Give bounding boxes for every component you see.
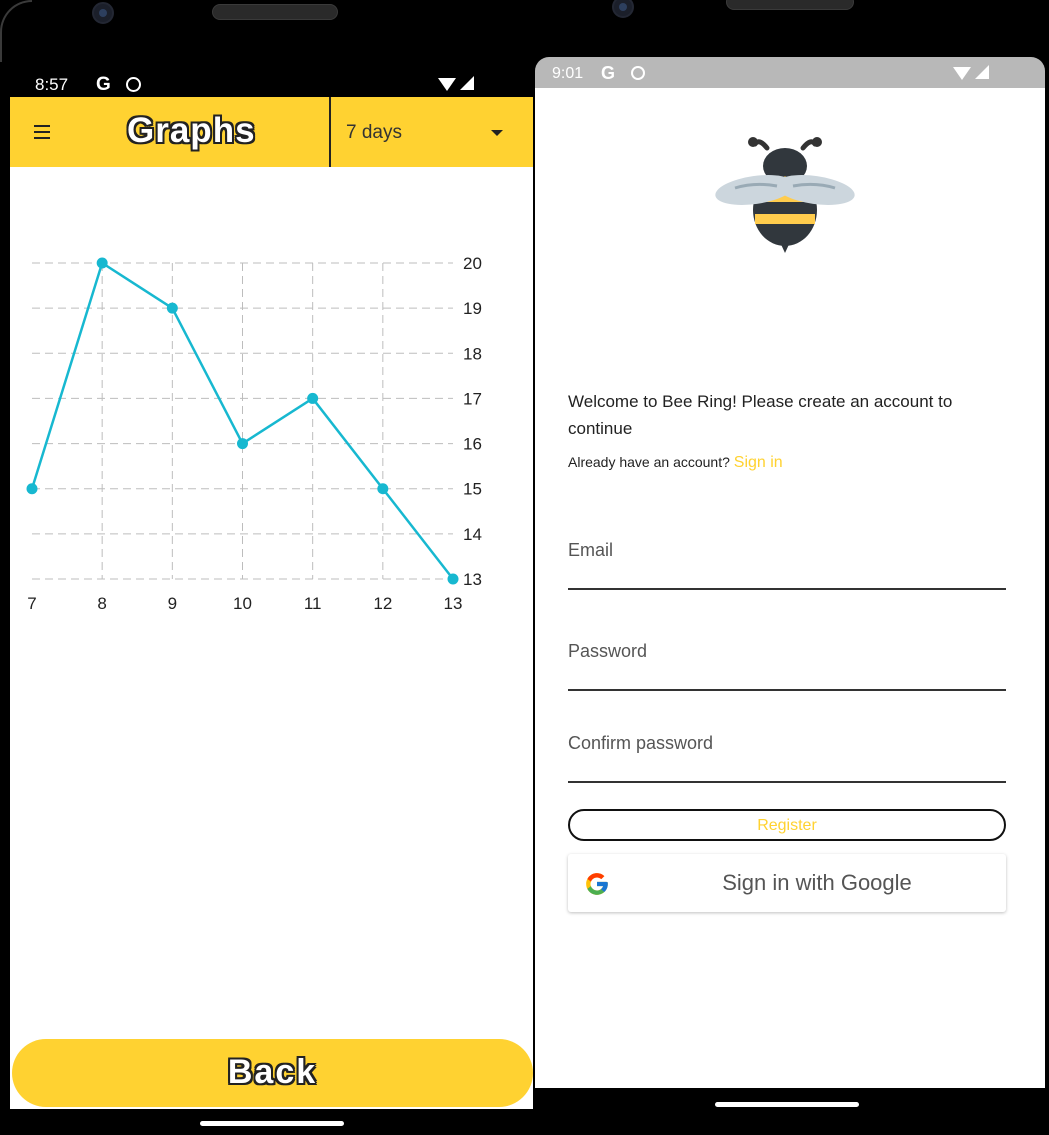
y-tick-label: 14 <box>463 525 482 544</box>
status-bar: 8:57 G <box>10 72 533 97</box>
register-button[interactable]: Register <box>568 809 1006 841</box>
data-point <box>96 257 108 269</box>
password-field[interactable]: Password <box>568 639 1006 691</box>
google-sign-in-button[interactable]: Sign in with Google <box>568 854 1006 912</box>
email-field[interactable]: Email <box>568 538 1006 590</box>
y-tick-label: 17 <box>463 389 482 408</box>
password-label: Password <box>568 641 648 661</box>
register-button-label: Register <box>757 817 817 834</box>
status-time: 8:57 <box>35 75 69 94</box>
x-tick-label: 9 <box>168 594 177 613</box>
back-button-label: Back <box>227 1053 318 1091</box>
y-tick-label: 18 <box>463 344 482 363</box>
front-camera-icon <box>92 2 114 24</box>
x-tick-label: 7 <box>27 594 36 613</box>
account-prompt-row: Already have an account? Sign in <box>568 454 783 472</box>
y-tick-label: 20 <box>463 254 482 273</box>
bee-icon <box>715 137 855 253</box>
bezel-edge <box>0 0 32 62</box>
x-tick-label: 13 <box>444 594 463 613</box>
line-chart: 20 19 18 17 16 15 14 13 7 8 9 10 11 12 13 <box>26 254 482 613</box>
email-underline <box>568 588 1006 590</box>
speaker-grille <box>726 0 854 10</box>
google-status-icon: G <box>601 63 616 83</box>
notification-status-icon <box>631 66 645 80</box>
data-point <box>166 302 178 314</box>
data-point <box>377 483 389 495</box>
data-point <box>447 573 459 585</box>
confirm-password-underline <box>568 781 1006 783</box>
x-tick-label: 12 <box>373 594 392 613</box>
data-point <box>26 483 38 495</box>
front-camera-icon <box>612 0 634 18</box>
email-label: Email <box>568 540 614 560</box>
speaker-grille <box>212 4 338 20</box>
wifi-icon <box>953 67 971 80</box>
x-tick-label: 10 <box>233 594 252 613</box>
password-underline <box>568 689 1006 691</box>
signal-icon <box>460 76 474 90</box>
y-tick-label: 16 <box>463 435 482 454</box>
left-phone: 8:57 G Graphs 7 days 20 19 18 17 16 15 14 13 7 8 9… <box>0 0 545 1135</box>
data-point <box>307 392 319 404</box>
y-tick-label: 19 <box>463 299 482 318</box>
back-button[interactable]: Back <box>12 1039 533 1107</box>
status-bar: 9:01 G <box>535 57 1045 88</box>
graphs-screen: Graphs 7 days 20 19 18 17 16 15 14 13 7 8 9 10 11 12 1… <box>10 97 533 1109</box>
home-indicator <box>200 1121 344 1126</box>
notification-status-icon <box>126 77 141 92</box>
google-sign-in-label: Sign in with Google <box>722 870 912 895</box>
home-indicator <box>715 1102 859 1107</box>
google-status-icon: G <box>96 74 111 95</box>
confirm-password-field[interactable]: Confirm password <box>568 731 1006 783</box>
signal-icon <box>975 65 989 79</box>
data-point <box>237 438 248 450</box>
register-screen: Welcome to Bee Ring! Please create an ac… <box>535 88 1045 1088</box>
y-tick-label: 13 <box>463 570 482 589</box>
account-prompt: Already have an account? <box>568 454 730 470</box>
sign-in-link[interactable]: Sign in <box>734 454 783 471</box>
x-tick-label: 11 <box>304 594 322 613</box>
y-tick-label: 15 <box>463 480 482 499</box>
welcome-text: Welcome to Bee Ring! Please create an ac… <box>568 392 953 438</box>
x-tick-label: 8 <box>97 594 106 613</box>
confirm-password-label: Confirm password <box>568 733 714 753</box>
status-time: 9:01 <box>552 65 584 82</box>
wifi-icon <box>438 78 456 91</box>
